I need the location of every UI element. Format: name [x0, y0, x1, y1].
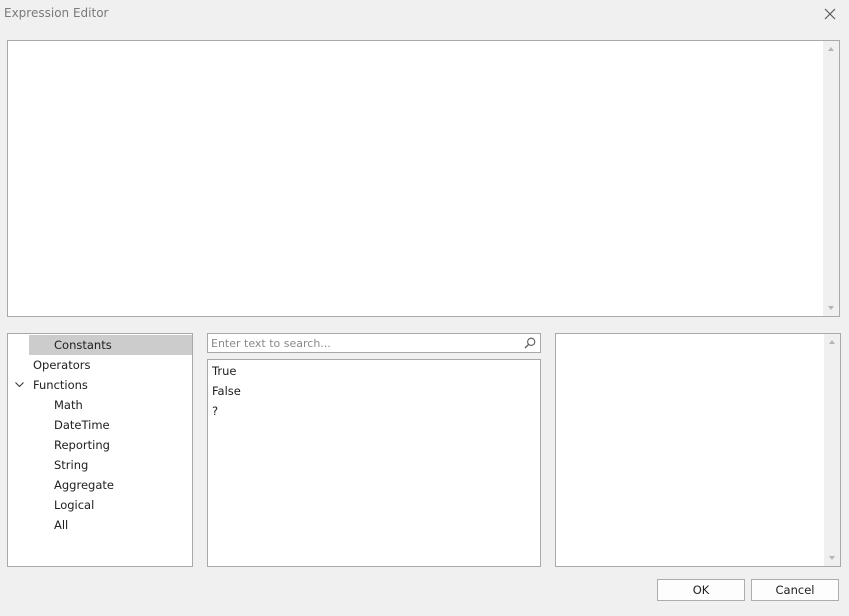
arrow-up-icon [828, 47, 834, 51]
tree-item-label: Constants [54, 338, 112, 352]
tree-item-label: String [54, 458, 89, 472]
arrow-down-icon [828, 306, 834, 310]
chevron-down-icon [14, 382, 24, 388]
scroll-up-arrow[interactable] [823, 41, 839, 57]
ok-button[interactable]: OK [657, 579, 745, 601]
arrow-down-icon [829, 556, 835, 560]
category-tree: Constants Operators Functions Math DateT… [7, 333, 193, 567]
tree-item-label: DateTime [54, 418, 110, 432]
scroll-down-arrow[interactable] [823, 300, 839, 316]
description-panel [555, 333, 841, 567]
search-input[interactable] [208, 334, 518, 352]
tree-item-label: Operators [33, 358, 91, 372]
expression-scrollbar[interactable] [823, 41, 839, 316]
tree-item-reporting[interactable]: Reporting [8, 435, 192, 455]
tree-item-label: Reporting [54, 438, 110, 452]
tree-item-aggregate[interactable]: Aggregate [8, 475, 192, 495]
expression-textarea[interactable] [8, 41, 823, 316]
tree-item-label: Math [54, 398, 83, 412]
search-icon[interactable] [523, 336, 537, 350]
tree-item-functions[interactable]: Functions [8, 375, 192, 395]
tree-item-label: Functions [33, 378, 88, 392]
list-item-true[interactable]: True [208, 361, 540, 381]
tree-expander[interactable] [13, 379, 25, 391]
tree-item-math[interactable]: Math [8, 395, 192, 415]
tree-item-logical[interactable]: Logical [8, 495, 192, 515]
items-list: True False ? [207, 359, 541, 567]
tree-item-operators[interactable]: Operators [8, 355, 192, 375]
arrow-up-icon [829, 340, 835, 344]
expression-editor-window: Expression Editor Constants Operators Fu… [0, 0, 849, 616]
search-box [207, 333, 541, 353]
tree-item-constants[interactable]: Constants [29, 335, 192, 355]
tree-item-all[interactable]: All [8, 515, 192, 535]
tree-item-label: All [54, 518, 69, 532]
list-item-null[interactable]: ? [208, 401, 540, 421]
description-scrollbar[interactable] [824, 334, 840, 566]
scroll-down-arrow[interactable] [824, 550, 840, 566]
scroll-up-arrow[interactable] [824, 334, 840, 350]
window-title: Expression Editor [4, 6, 109, 20]
tree-item-label: Logical [54, 498, 95, 512]
tree-item-label: Aggregate [54, 478, 114, 492]
expression-editor [7, 40, 840, 317]
tree-item-datetime[interactable]: DateTime [8, 415, 192, 435]
close-button[interactable] [820, 4, 840, 24]
close-icon [824, 8, 836, 20]
tree-item-string[interactable]: String [8, 455, 192, 475]
cancel-button[interactable]: Cancel [751, 579, 839, 601]
list-item-false[interactable]: False [208, 381, 540, 401]
